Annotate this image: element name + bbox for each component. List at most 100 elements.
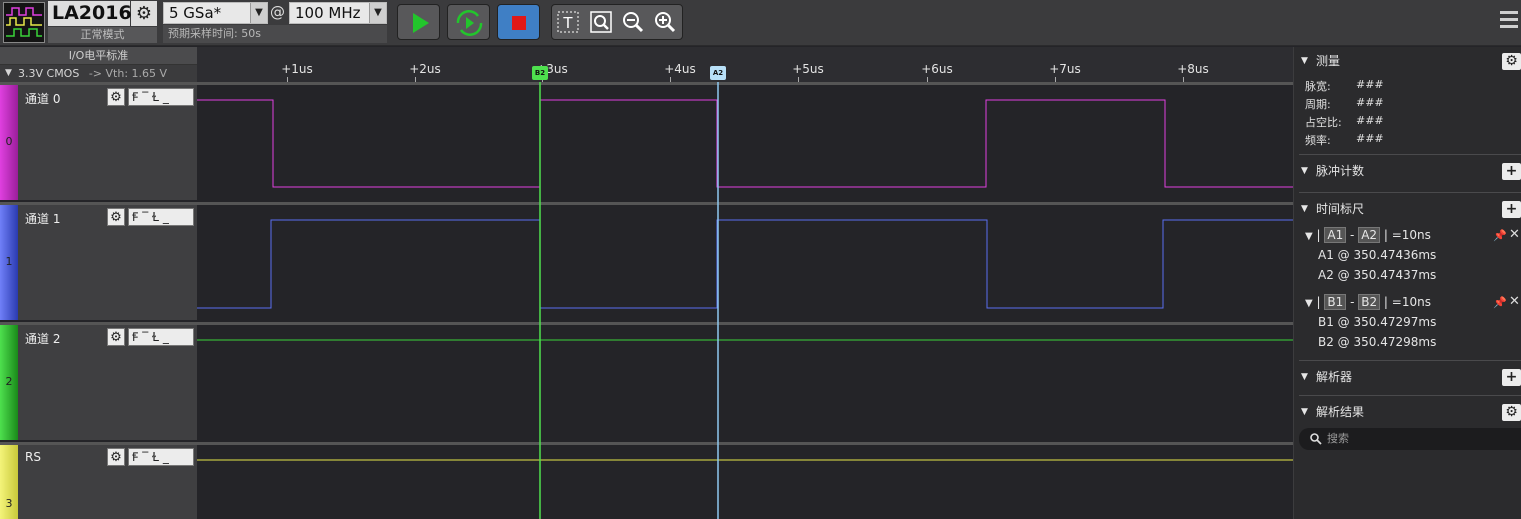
ruler-b-summary[interactable]: ▼ | B1 - B2 | =10ns — [1305, 294, 1431, 310]
svg-text:T: T — [562, 14, 573, 32]
io-level-header: I/O电平标准 — [0, 47, 197, 65]
channel-name[interactable]: RS — [25, 450, 41, 464]
collapse-triangle-icon: ▼ — [1301, 372, 1308, 382]
ruler-a-diff: =10ns — [1391, 228, 1431, 242]
text-tool-icon[interactable]: T — [556, 10, 580, 34]
pin-icon[interactable]: 📌 — [1493, 229, 1507, 242]
channel-0-waveform — [197, 99, 1293, 188]
results-search-input[interactable]: 搜索 — [1299, 428, 1521, 450]
collapse-triangle-icon: ▼ — [1301, 204, 1308, 214]
sample-depth-select[interactable]: 100 MHz ▼ — [289, 2, 387, 24]
cursor-b2-flag[interactable]: B2 — [532, 66, 548, 80]
collapse-triangle-icon: ▼ — [1301, 56, 1308, 66]
ruler-a2-position: A2 @ 350.47437ms — [1318, 268, 1437, 282]
channel-settings-gear-icon[interactable]: ⚙ — [107, 328, 125, 346]
chevron-down-icon: ▼ — [369, 3, 386, 23]
ruler-b2-tag: B2 — [1358, 294, 1381, 310]
analyzer-title: 解析器 — [1316, 370, 1353, 384]
collapse-triangle-icon: ▼ — [1305, 231, 1313, 242]
channel-color-tab[interactable]: 3 — [0, 445, 18, 519]
ruler-a2-tag: A2 — [1358, 227, 1381, 243]
close-icon[interactable]: ✕ — [1509, 294, 1520, 309]
channel-row-0[interactable]: 0 通道 0 ⚙ Ꞙ‾Ɫ_ — [0, 82, 197, 200]
channel-color-tab[interactable]: 0 — [0, 85, 18, 200]
stop-button[interactable] — [497, 4, 540, 40]
pin-icon[interactable]: 📌 — [1493, 296, 1507, 309]
sample-rate-select[interactable]: 5 GSa* ▼ — [163, 2, 268, 24]
io-level-select[interactable]: ▼ 3.3V CMOS -> Vth: 1.65 V — [0, 65, 197, 82]
measure-label: 脉宽: — [1305, 80, 1331, 93]
device-settings-gear-icon[interactable]: ⚙ — [131, 1, 157, 26]
channel-settings-gear-icon[interactable]: ⚙ — [107, 88, 125, 106]
collapse-triangle-icon: ▼ — [1301, 407, 1308, 417]
trigger-edge-select[interactable]: Ꞙ‾Ɫ_ — [128, 208, 194, 226]
logic-analyzer-logo-icon — [3, 2, 45, 43]
channel-name[interactable]: 通道 1 — [25, 210, 60, 227]
channel-color-tab[interactable]: 1 — [0, 205, 18, 320]
channel-row-2[interactable]: 2 通道 2 ⚙ Ꞙ‾Ɫ_ — [0, 322, 197, 440]
trigger-edge-select[interactable]: Ꞙ‾Ɫ_ — [128, 448, 194, 466]
stop-icon — [512, 16, 526, 30]
collapse-triangle-icon: ▼ — [1301, 166, 1308, 176]
waveform-area[interactable] — [197, 82, 1293, 519]
trigger-edge-select[interactable]: Ꞙ‾Ɫ_ — [128, 88, 194, 106]
pulse-count-section-header[interactable]: ▼ 脉冲计数 — [1299, 160, 1521, 182]
zoom-out-icon[interactable] — [621, 10, 645, 34]
sample-rate-value: 5 GSa* — [169, 4, 222, 22]
measure-section-header[interactable]: ▼ 测量 — [1299, 50, 1521, 72]
time-tick-label: +1us — [281, 62, 313, 76]
measure-label: 频率: — [1305, 134, 1331, 147]
ruler-b2-position: B2 @ 350.47298ms — [1318, 335, 1437, 349]
channel-row-3[interactable]: 3 RS ⚙ Ꞙ‾Ɫ_ — [0, 442, 197, 519]
channel-row-1[interactable]: 1 通道 1 ⚙ Ꞙ‾Ɫ_ — [0, 202, 197, 320]
time-ruler-title: 时间标尺 — [1316, 202, 1365, 216]
add-analyzer-plus-icon[interactable]: + — [1502, 369, 1521, 386]
at-separator: @ — [270, 3, 285, 21]
measure-value: ### — [1356, 132, 1384, 145]
pulse-count-title: 脉冲计数 — [1316, 164, 1365, 178]
results-settings-gear-icon[interactable]: ⚙ — [1502, 404, 1521, 421]
channel-1-waveform — [197, 219, 1293, 309]
section-divider — [1299, 360, 1521, 361]
add-pulse-count-plus-icon[interactable]: + — [1502, 163, 1521, 180]
channel-name[interactable]: 通道 2 — [25, 330, 60, 347]
time-tick-label: +5us — [792, 62, 824, 76]
sample-depth-value: 100 MHz — [295, 4, 361, 22]
play-icon — [413, 13, 429, 33]
zoom-region-icon[interactable] — [589, 10, 613, 34]
time-axis[interactable]: +1us +2us +3us +4us +5us +6us +7us +8us — [197, 47, 1293, 82]
device-mode-label: 正常模式 — [48, 27, 157, 43]
measure-settings-gear-icon[interactable]: ⚙ — [1502, 53, 1521, 70]
analyzer-section-header[interactable]: ▼ 解析器 — [1299, 366, 1521, 388]
ruler-b1-position: B1 @ 350.47297ms — [1318, 315, 1437, 329]
time-tick-label: +2us — [409, 62, 441, 76]
channel-index: 3 — [5, 497, 13, 510]
repeat-run-button[interactable] — [447, 4, 490, 40]
ruler-b-diff: =10ns — [1391, 295, 1431, 309]
section-divider — [1299, 395, 1521, 396]
trigger-edge-select[interactable]: Ꞙ‾Ɫ_ — [128, 328, 194, 346]
channel-color-tab[interactable]: 2 — [0, 325, 18, 440]
view-tools-group: T — [551, 4, 683, 40]
repeat-play-icon — [456, 10, 483, 36]
cursor-a2-flag[interactable]: A2 — [710, 66, 726, 80]
time-tick-label: +4us — [664, 62, 696, 76]
time-tick-label: +7us — [1049, 62, 1081, 76]
run-button[interactable] — [397, 4, 440, 40]
chevron-down-icon: ▼ — [250, 3, 267, 23]
channel-settings-gear-icon[interactable]: ⚙ — [107, 448, 125, 466]
zoom-in-icon[interactable] — [653, 10, 677, 34]
close-icon[interactable]: ✕ — [1509, 227, 1520, 242]
io-level-value: 3.3V CMOS — [18, 67, 80, 80]
ruler-a1-tag: A1 — [1324, 227, 1347, 243]
device-name: LA2016 — [48, 1, 132, 26]
time-ruler-section-header[interactable]: ▼ 时间标尺 — [1299, 198, 1521, 220]
results-section-header[interactable]: ▼ 解析结果 — [1299, 401, 1521, 423]
channel-name[interactable]: 通道 0 — [25, 90, 60, 107]
add-time-ruler-plus-icon[interactable]: + — [1502, 201, 1521, 218]
channel-index: 2 — [5, 375, 13, 388]
hamburger-menu-icon[interactable] — [1500, 11, 1518, 33]
ruler-a-summary[interactable]: ▼ | A1 - A2 | =10ns — [1305, 227, 1431, 243]
channel-settings-gear-icon[interactable]: ⚙ — [107, 208, 125, 226]
results-title: 解析结果 — [1316, 405, 1365, 419]
